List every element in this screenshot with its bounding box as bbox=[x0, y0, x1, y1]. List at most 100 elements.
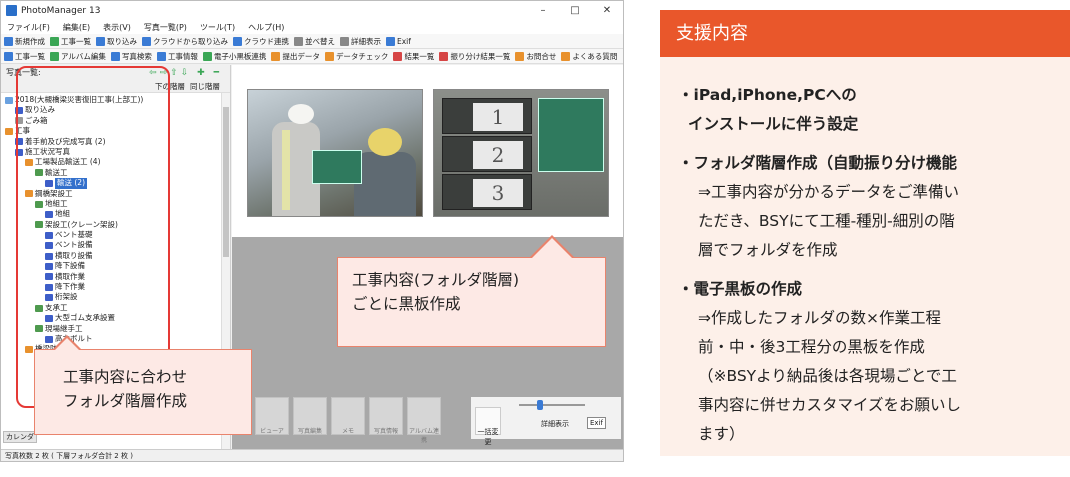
toolbar-button-label: 工事情報 bbox=[167, 51, 198, 61]
toolbar-button[interactable]: 取り込み bbox=[96, 36, 137, 47]
photo-folder-icon bbox=[45, 335, 53, 343]
tree-node[interactable]: 鋼橋架設工 bbox=[1, 189, 230, 199]
faq-icon bbox=[561, 51, 571, 61]
toolbar-button[interactable]: クラウド連携 bbox=[233, 36, 289, 47]
scrollbar-thumb[interactable] bbox=[223, 107, 229, 257]
toolbar-button[interactable]: 工事情報 bbox=[156, 51, 198, 62]
zoom-slider-knob[interactable] bbox=[537, 400, 543, 410]
toolbar-button[interactable]: お問合せ bbox=[515, 51, 556, 62]
tree-node[interactable]: 工事 bbox=[1, 126, 230, 136]
photo-tools: ビューア 写真編集 メモ 写真情報 アルバム連携 bbox=[255, 397, 475, 444]
toolbar-button[interactable]: 工事一覧 bbox=[4, 51, 45, 62]
tree-node[interactable]: ベント基礎 bbox=[1, 230, 230, 240]
toolbar-button[interactable]: クラウドから取り込み bbox=[142, 36, 228, 47]
tree-node[interactable]: 高力ボルト bbox=[1, 334, 230, 344]
tree-node[interactable]: 施工状況写真 bbox=[1, 147, 230, 157]
folder-icon bbox=[35, 304, 43, 312]
tree-node[interactable]: 着手前及び完成写真 (2) bbox=[1, 137, 230, 147]
tree-node[interactable]: 2018(大槻橋梁災害復旧工事(上部工)) bbox=[1, 95, 230, 105]
toolbar-button-label: 並べ替え bbox=[305, 36, 335, 46]
toolbar-button-label: 提出データ bbox=[282, 51, 320, 61]
tree-node[interactable]: 支承工 bbox=[1, 303, 230, 313]
menu-view[interactable]: 表示(V) bbox=[103, 22, 131, 33]
tree-node-label: ごみ箱 bbox=[25, 115, 48, 125]
toolbar-button[interactable]: 電子小黒板連携 bbox=[202, 51, 266, 62]
photo-edit-tool[interactable]: 写真編集 bbox=[293, 397, 327, 435]
toolbar-button[interactable]: アルバム編集 bbox=[50, 51, 106, 62]
toolbar-button-label: 写真検索 bbox=[121, 51, 152, 61]
nav-arrows-icon[interactable]: ⇦⇨⇧⇩ ✚ ━ bbox=[149, 68, 222, 78]
toolbar-button-label: データチェック bbox=[335, 51, 389, 61]
folder-icon bbox=[35, 325, 43, 333]
tree-node-label: 輸送工 bbox=[45, 167, 68, 177]
bucket-1: 1 bbox=[442, 98, 532, 134]
toolbar-button[interactable]: データチェック bbox=[324, 51, 389, 62]
maximize-button[interactable]: □ bbox=[559, 5, 591, 16]
sort-icon bbox=[294, 36, 303, 46]
list-icon bbox=[50, 36, 59, 46]
tree-node[interactable]: 横取り設備 bbox=[1, 251, 230, 261]
tree-node[interactable]: 地組工 bbox=[1, 199, 230, 209]
tree-node-label: ベント基礎 bbox=[55, 230, 93, 240]
minimize-button[interactable]: – bbox=[527, 5, 559, 16]
photo-thumbnail-workers[interactable] bbox=[247, 89, 423, 217]
support-item-text: 事内容に併せカスタマイズをお願いし bbox=[698, 396, 962, 414]
menu-photos[interactable]: 写真一覧(P) bbox=[144, 22, 187, 33]
tree-node[interactable]: 降下設備 bbox=[1, 261, 230, 271]
toolbar-button[interactable]: 結果一覧 bbox=[393, 51, 434, 62]
tree-node[interactable]: 桁架設 bbox=[1, 292, 230, 302]
calendar-tab[interactable]: カレンダ bbox=[3, 431, 37, 443]
cloud-sync-icon bbox=[233, 36, 242, 46]
exif-button[interactable]: Exif bbox=[587, 417, 606, 429]
bulk-change-button[interactable]: 一括変更 bbox=[475, 407, 501, 446]
tree-node[interactable]: 架設工(クレーン架設) bbox=[1, 220, 230, 230]
tree-node[interactable]: 地組 bbox=[1, 209, 230, 219]
toolbar-button-label: 詳細表示 bbox=[351, 36, 381, 46]
toolbar-button[interactable]: Exif bbox=[386, 36, 411, 46]
toolbar-button[interactable]: よくある質問 bbox=[561, 51, 617, 62]
tree-node[interactable]: 横取作業 bbox=[1, 272, 230, 282]
menu-tools[interactable]: ツール(T) bbox=[200, 22, 235, 33]
support-item-text: ただき、BSYにて工種-種別-細別の階 bbox=[698, 212, 955, 230]
toolbar-button[interactable]: 写真検索 bbox=[110, 51, 152, 62]
toolbar-button[interactable]: 工事一覧 bbox=[50, 36, 91, 47]
tree-node[interactable]: 取り込み bbox=[1, 105, 230, 115]
electronic-blackboard-2 bbox=[538, 98, 604, 172]
toolbar-button[interactable]: 並べ替え bbox=[294, 36, 335, 47]
tree-node[interactable]: 工場製品輸送工 (4) bbox=[1, 157, 230, 167]
list-icon bbox=[4, 51, 13, 61]
memo-tool[interactable]: メモ bbox=[331, 397, 365, 435]
toolbar-button[interactable]: 新規作成 bbox=[4, 36, 45, 47]
detail-icon bbox=[340, 36, 349, 46]
tree-node-label: 降下作業 bbox=[55, 282, 85, 292]
menu-file[interactable]: ファイル(F) bbox=[7, 22, 50, 33]
album-link-tool[interactable]: アルバム連携 bbox=[407, 397, 441, 444]
tree-node[interactable]: 輸送 (2) bbox=[1, 178, 230, 189]
tree-node[interactable]: 降下作業 bbox=[1, 282, 230, 292]
lower-level-button[interactable]: 下の階層 bbox=[155, 81, 185, 92]
zoom-slider[interactable] bbox=[519, 404, 585, 406]
folder-pane-options: 下の階層 同じ階層 bbox=[1, 80, 230, 93]
tree-node[interactable]: ごみ箱 bbox=[1, 116, 230, 126]
tree-node[interactable]: 輸送工 bbox=[1, 168, 230, 178]
photo-thumbnail-buckets[interactable]: 1 2 3 bbox=[433, 89, 609, 217]
tree-node[interactable]: 現場継手工 bbox=[1, 324, 230, 334]
tree-node[interactable]: 大型ゴム支承設置 bbox=[1, 313, 230, 323]
toolbar-button[interactable]: 詳細表示 bbox=[340, 36, 381, 47]
tree-node-label: 施工状況写真 bbox=[25, 146, 70, 156]
helmet-white bbox=[288, 104, 314, 124]
menu-help[interactable]: ヘルプ(H) bbox=[248, 22, 284, 33]
toolbar-button[interactable]: 振り分け結果一覧 bbox=[439, 51, 510, 62]
window-controls: – □ ✕ bbox=[527, 5, 623, 16]
tree-node-label: 降下設備 bbox=[55, 261, 85, 271]
photo-info-tool[interactable]: 写真情報 bbox=[369, 397, 403, 435]
menu-edit[interactable]: 編集(E) bbox=[63, 22, 90, 33]
same-level-button[interactable]: 同じ階層 bbox=[190, 81, 220, 92]
toolbar-button[interactable]: 提出データ bbox=[271, 51, 320, 62]
close-button[interactable]: ✕ bbox=[591, 5, 623, 16]
detail-view-button[interactable]: 詳細表示 bbox=[541, 419, 569, 429]
check-icon bbox=[324, 51, 334, 61]
tree-node[interactable]: ベント設備 bbox=[1, 240, 230, 250]
support-item-text: 層でフォルダを作成 bbox=[698, 241, 838, 259]
viewer-tool[interactable]: ビューア bbox=[255, 397, 289, 435]
